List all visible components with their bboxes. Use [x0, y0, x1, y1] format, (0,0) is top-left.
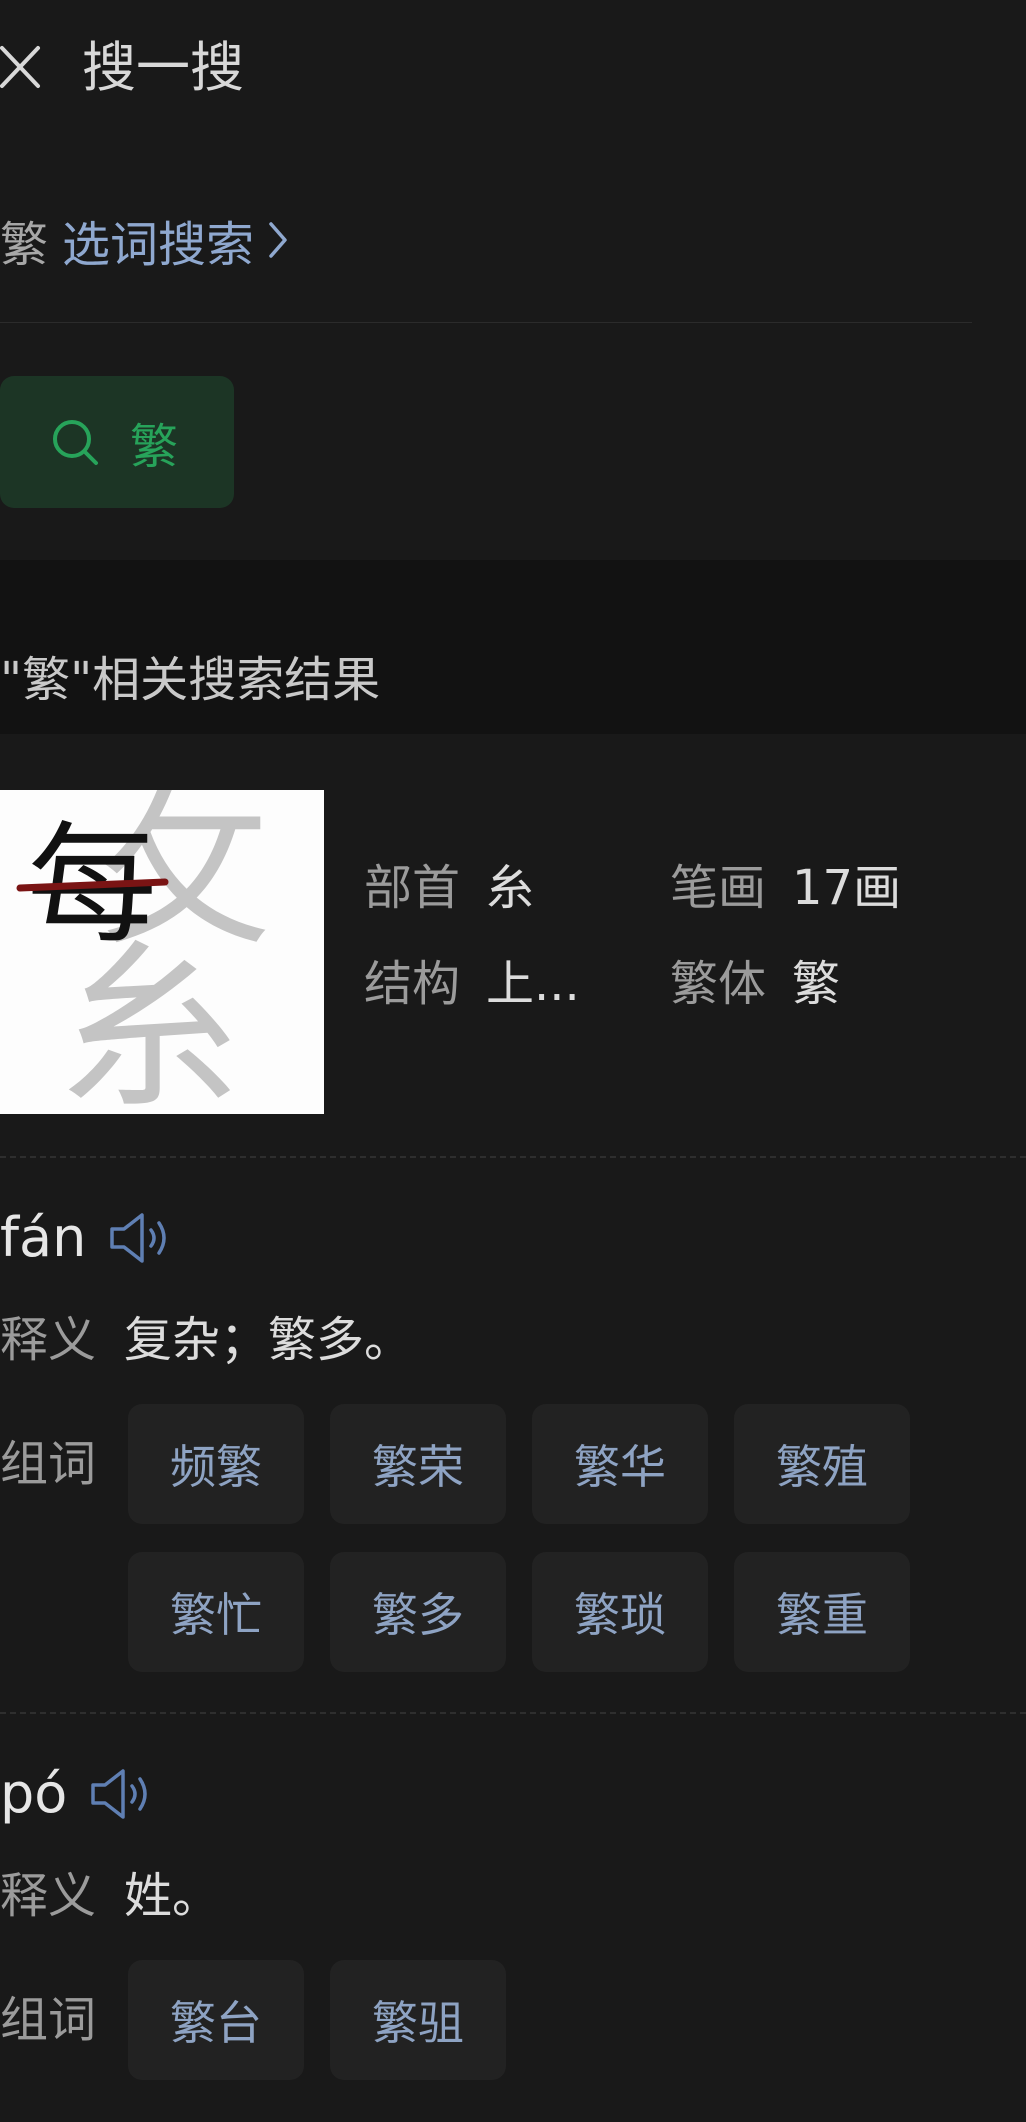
- divider: [0, 322, 972, 323]
- attr-radical: 部首糸: [364, 860, 535, 916]
- char-stroke-image[interactable]: 攵 糸 每: [0, 771, 324, 1133]
- words-label-fan: 组词: [0, 1436, 97, 1492]
- word-chip[interactable]: 繁琐: [532, 1552, 708, 1672]
- attr-strokes: 笔画 17画: [670, 860, 902, 916]
- dashed-divider: [0, 1156, 1026, 1158]
- page-title: 搜一搜: [82, 36, 244, 99]
- selection-row: 繁 选词搜索: [0, 205, 288, 275]
- word-chip[interactable]: 频繁: [128, 1404, 304, 1524]
- speaker-icon[interactable]: [108, 1210, 174, 1266]
- word-chip[interactable]: 繁驵: [330, 1960, 506, 2080]
- pinyin-po: pó: [0, 1762, 155, 1825]
- definition-po: 释义 姓。: [0, 1868, 221, 1924]
- word-chip[interactable]: 繁华: [532, 1404, 708, 1524]
- chevron-right-icon: [269, 222, 287, 258]
- stroke-order-figure: 攵 糸 每: [16, 771, 271, 1133]
- word-chip[interactable]: 繁台: [128, 1960, 304, 2080]
- words-label-po: 组词: [0, 1992, 97, 2048]
- search-icon: [53, 420, 98, 465]
- dashed-divider: [0, 1712, 1026, 1714]
- selected-char: 繁: [0, 217, 49, 273]
- definition-fan: 释义 复杂；繁多。: [0, 1312, 413, 1368]
- page: 搜一搜 繁 选词搜索 繁 "繁"相关搜索结果 攵 糸 每 部首糸 笔画 17画 …: [0, 0, 1026, 2122]
- header: 搜一搜: [0, 0, 1026, 140]
- select-word-search-link[interactable]: 选词搜索: [62, 205, 288, 275]
- pinyin-fan: fán: [0, 1206, 174, 1269]
- attr-traditional: 繁体繁: [670, 956, 841, 1012]
- results-title: "繁"相关搜索结果: [0, 652, 381, 708]
- attr-structure: 结构 上...: [364, 956, 580, 1012]
- search-chip-label: 繁: [130, 419, 179, 475]
- word-chip[interactable]: 繁重: [734, 1552, 910, 1672]
- search-chip[interactable]: 繁: [0, 376, 234, 508]
- word-chip[interactable]: 繁荣: [330, 1404, 506, 1524]
- word-chip[interactable]: 繁忙: [128, 1552, 304, 1672]
- speaker-icon[interactable]: [89, 1766, 155, 1822]
- word-chip[interactable]: 繁殖: [734, 1404, 910, 1524]
- word-chip[interactable]: 繁多: [330, 1552, 506, 1672]
- close-icon[interactable]: [0, 40, 42, 92]
- select-word-search-label: 选词搜索: [62, 217, 255, 273]
